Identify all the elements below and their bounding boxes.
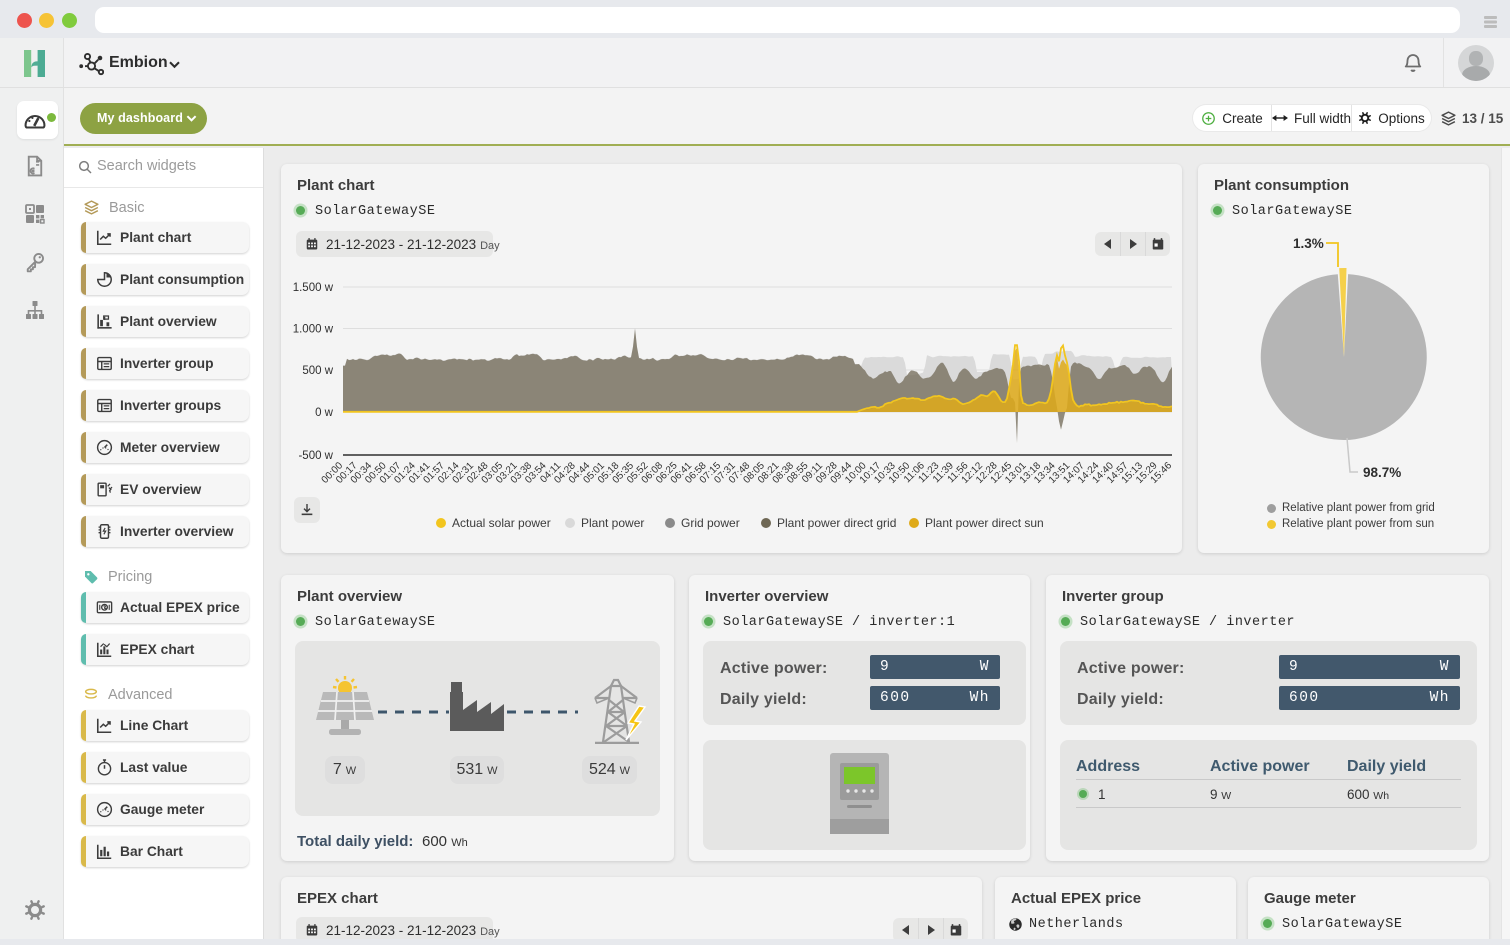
- svg-text:1.500 w: 1.500 w: [293, 282, 334, 294]
- svg-text:1.000 w: 1.000 w: [293, 324, 334, 336]
- svg-text:500 w: 500 w: [302, 365, 333, 377]
- svg-text:0 w: 0 w: [315, 407, 334, 419]
- svg-text:-500 w: -500 w: [298, 450, 333, 462]
